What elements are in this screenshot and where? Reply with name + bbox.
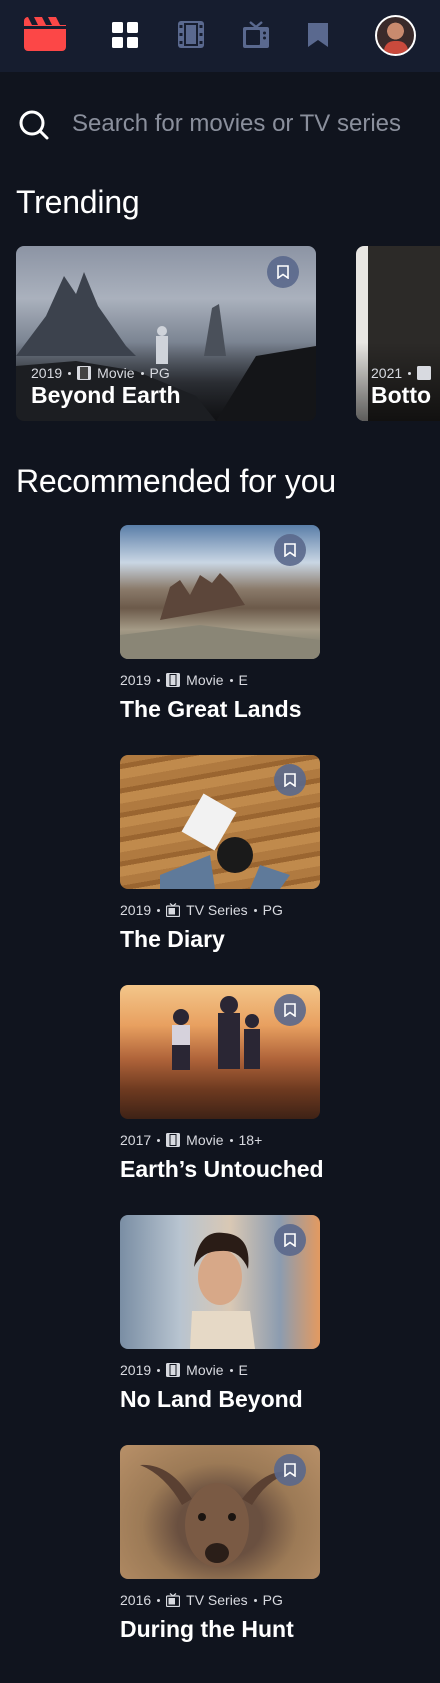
- film-icon: [417, 366, 432, 380]
- item-meta: 2017 Movie 18+: [120, 1132, 320, 1148]
- rating-text: PG: [149, 365, 170, 381]
- category-text: TV Series: [186, 1592, 248, 1608]
- list-item[interactable]: 2019 Movie E No Land Beyond: [120, 1215, 320, 1413]
- trending-meta: 2021: [371, 365, 432, 381]
- rating-text: E: [238, 1362, 248, 1378]
- list-item[interactable]: 2017 Movie 18+ Earth’s Untouched: [120, 985, 324, 1183]
- item-title: The Great Lands: [120, 696, 302, 722]
- tv-icon: [166, 903, 181, 917]
- grid-icon[interactable]: [112, 22, 138, 48]
- separator-dot: [253, 1598, 257, 1602]
- item-title: The Diary: [120, 926, 225, 952]
- separator-dot: [229, 678, 233, 682]
- separator-dot: [253, 908, 257, 912]
- trending-heading: Trending: [16, 184, 140, 220]
- separator-dot: [157, 1368, 161, 1372]
- trending-meta: 2019 Movie PG: [31, 365, 170, 381]
- thumbnail: [120, 985, 320, 1119]
- bookmark-button[interactable]: [274, 994, 306, 1026]
- bookmark-icon: [284, 1233, 296, 1247]
- separator-dot: [229, 1138, 233, 1142]
- year-text: 2019: [120, 902, 152, 918]
- item-title: No Land Beyond: [120, 1386, 303, 1412]
- trending-card[interactable]: 2019 Movie PG Beyond Earth: [16, 246, 316, 421]
- list-item[interactable]: 2016 TV Series PG During the Hunt: [120, 1445, 320, 1643]
- item-meta: 2019 Movie E: [120, 1362, 320, 1378]
- bookmark-icon: [284, 1003, 296, 1017]
- separator-dot: [140, 371, 144, 375]
- rating-text: PG: [262, 1592, 283, 1608]
- bookmark-button[interactable]: [274, 1454, 306, 1486]
- thumbnail: [120, 755, 320, 889]
- thumbnail: [120, 1445, 320, 1579]
- thumbnail: [120, 1215, 320, 1349]
- category-text: Movie: [186, 1132, 224, 1148]
- category-text: Movie: [186, 1362, 224, 1378]
- list-item[interactable]: 2019 Movie E The Great Lands: [120, 525, 320, 723]
- year-text: 2021: [371, 365, 403, 381]
- rating-text: PG: [262, 902, 283, 918]
- bookmark-icon: [284, 1463, 296, 1477]
- rating-text: E: [238, 672, 248, 688]
- recommended-heading: Recommended for you: [16, 463, 336, 499]
- trending-title: Beyond Earth: [31, 382, 181, 408]
- item-meta: 2016 TV Series PG: [120, 1592, 320, 1608]
- bookmark-button[interactable]: [274, 1224, 306, 1256]
- trending-title: Botto: [371, 382, 432, 408]
- category-text: Movie: [186, 672, 224, 688]
- separator-dot: [157, 1138, 161, 1142]
- bookmark-button[interactable]: [274, 534, 306, 566]
- bookmark-icon: [284, 543, 296, 557]
- category-text: TV Series: [186, 902, 248, 918]
- film-icon[interactable]: [178, 21, 204, 48]
- avatar[interactable]: [375, 15, 416, 56]
- film-icon: [77, 366, 92, 380]
- film-icon: [166, 673, 181, 687]
- rating-text: 18+: [238, 1132, 263, 1148]
- bookmark-button[interactable]: [267, 256, 299, 288]
- year-text: 2019: [31, 365, 63, 381]
- item-title: Earth’s Untouched: [120, 1156, 324, 1182]
- film-icon: [166, 1363, 181, 1377]
- search-input[interactable]: [72, 106, 422, 142]
- tv-icon[interactable]: [243, 21, 269, 48]
- search-icon: [19, 110, 49, 140]
- separator-dot: [408, 371, 412, 375]
- trending-card[interactable]: 2021 Botto: [356, 246, 440, 421]
- year-text: 2017: [120, 1132, 152, 1148]
- bookmark-button[interactable]: [274, 764, 306, 796]
- separator-dot: [68, 371, 72, 375]
- item-meta: 2019 TV Series PG: [120, 902, 320, 918]
- year-text: 2019: [120, 672, 152, 688]
- list-item[interactable]: 2019 TV Series PG The Diary: [120, 755, 320, 953]
- top-navbar: [0, 0, 440, 72]
- bookmark-icon: [284, 773, 296, 787]
- year-text: 2019: [120, 1362, 152, 1378]
- separator-dot: [229, 1368, 233, 1372]
- clapperboard-icon[interactable]: [24, 17, 66, 51]
- year-text: 2016: [120, 1592, 152, 1608]
- category-text: Movie: [97, 365, 135, 381]
- item-meta: 2019 Movie E: [120, 672, 320, 688]
- bookmark-icon: [277, 265, 289, 279]
- search-bar: [18, 104, 428, 144]
- item-title: During the Hunt: [120, 1616, 294, 1642]
- bookmark-icon[interactable]: [307, 22, 329, 48]
- separator-dot: [157, 678, 161, 682]
- separator-dot: [157, 1598, 161, 1602]
- tv-icon: [166, 1593, 181, 1607]
- film-icon: [166, 1133, 181, 1147]
- separator-dot: [157, 908, 161, 912]
- thumbnail: [120, 525, 320, 659]
